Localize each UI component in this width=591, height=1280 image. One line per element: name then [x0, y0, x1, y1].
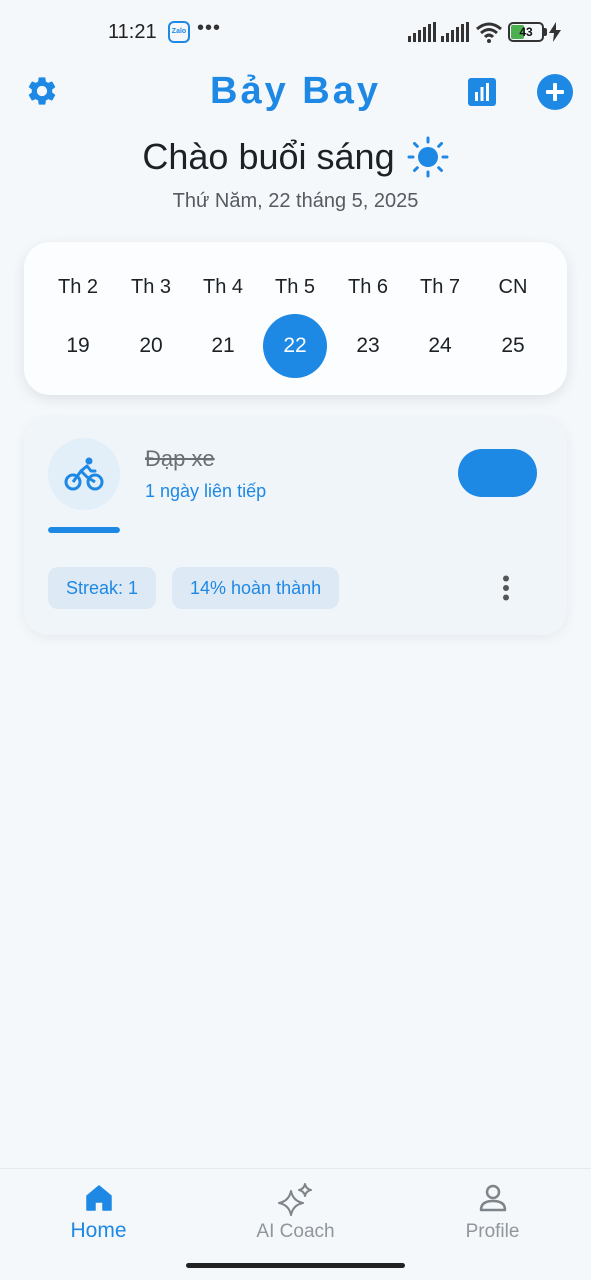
day-number: 25	[501, 334, 525, 357]
bar-chart-icon	[468, 78, 496, 106]
habit-streak-text: 1 ngày liên tiếp	[145, 481, 267, 501]
gear-icon	[28, 77, 56, 105]
plus-icon	[546, 83, 564, 101]
nav-ai-coach[interactable]: AI Coach	[197, 1169, 394, 1269]
day-name: Th 5	[274, 276, 316, 298]
habit-progress-bar	[48, 527, 120, 533]
day-name: Th 3	[130, 276, 172, 298]
day-thursday-selected[interactable]: Th 5 22	[259, 242, 331, 395]
day-monday[interactable]: Th 2 19	[42, 242, 114, 395]
day-number: 23	[356, 334, 380, 357]
zalo-icon: Zalo	[168, 21, 190, 43]
battery-icon: 43	[508, 22, 544, 42]
sun-icon	[407, 136, 449, 178]
status-time: 11:21	[108, 21, 157, 43]
more-vertical-icon	[503, 575, 509, 601]
day-number: 19	[66, 334, 90, 357]
day-name: Th 6	[347, 276, 389, 298]
stats-button[interactable]	[466, 76, 498, 108]
day-wednesday[interactable]: Th 4 21	[187, 242, 259, 395]
signal-icon	[441, 22, 469, 42]
battery-cap	[544, 28, 547, 36]
habit-name: Đạp xe	[145, 446, 215, 471]
completion-chip: 14% hoàn thành	[172, 567, 340, 609]
streak-chip: Streak: 1	[48, 567, 157, 609]
week-calendar: Th 2 19 Th 3 20 Th 4 21 Th 5 22 Th 6 23 …	[24, 242, 567, 395]
charging-icon	[549, 22, 561, 42]
day-sunday[interactable]: CN 25	[477, 242, 549, 395]
greeting: Chào buổi sáng	[0, 136, 591, 178]
day-saturday[interactable]: Th 7 24	[404, 242, 476, 395]
day-friday[interactable]: Th 6 23	[332, 242, 404, 395]
signal-icon	[408, 22, 436, 42]
settings-button[interactable]	[24, 74, 60, 110]
home-icon	[85, 1185, 112, 1211]
day-name: Th 7	[419, 276, 461, 298]
day-number: 21	[211, 334, 235, 357]
day-name: Th 2	[57, 276, 99, 298]
day-number: 24	[428, 334, 452, 357]
person-icon	[479, 1184, 506, 1212]
status-bar: 11:21 Zalo ••• 43	[0, 0, 591, 64]
day-tuesday[interactable]: Th 3 20	[115, 242, 187, 395]
app-screen: 11:21 Zalo ••• 43 Bảy Bay Chào buổi sáng…	[0, 0, 591, 1280]
habit-more-button[interactable]	[490, 570, 522, 606]
nav-label: Profile	[465, 1221, 520, 1242]
day-name: Th 4	[202, 276, 244, 298]
nav-label: AI Coach	[256, 1221, 335, 1242]
day-number: 22	[263, 314, 327, 378]
battery-level: 43	[519, 25, 533, 39]
date-text: Thứ Năm, 22 tháng 5, 2025	[172, 190, 419, 212]
habit-progress-fill	[48, 527, 120, 533]
nav-profile[interactable]: Profile	[394, 1169, 591, 1269]
sparkles-icon	[277, 1183, 312, 1216]
add-habit-button[interactable]	[537, 74, 573, 110]
wifi-icon	[476, 22, 502, 43]
bicycle-icon	[64, 457, 104, 491]
nav-home[interactable]: Home	[0, 1169, 197, 1269]
nav-label: Home	[70, 1219, 127, 1242]
home-indicator	[186, 1263, 405, 1268]
day-name: CN	[498, 276, 528, 298]
habit-icon-container	[48, 438, 120, 510]
habit-card[interactable]: Đạp xe 1 ngày liên tiếp Streak: 1 14% ho…	[24, 418, 567, 635]
more-notif-icon: •••	[197, 17, 222, 39]
greeting-text: Chào buổi sáng	[142, 136, 395, 177]
habit-complete-toggle[interactable]	[458, 449, 537, 497]
day-number: 20	[139, 334, 163, 357]
app-title: Bảy Bay	[210, 70, 381, 112]
